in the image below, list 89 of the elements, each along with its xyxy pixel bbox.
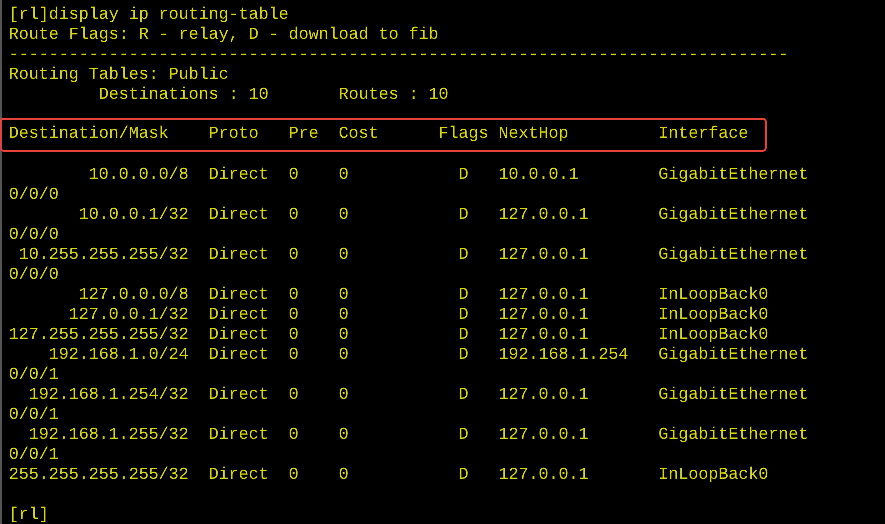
- table-cell-text: 10.0.0.1: [498, 166, 580, 186]
- table-cell: 0/0/0: [9, 186, 59, 205]
- table-cell-text: InLoopBack0: [658, 286, 770, 306]
- table-cell-text: Direct: [208, 326, 270, 346]
- table-cell-text: D: [458, 286, 469, 306]
- table-cell-text: GigabitEthernet: [658, 166, 810, 186]
- table-cell-text: 0: [288, 426, 300, 446]
- table-cell-text: 127.0.0.1: [498, 306, 590, 326]
- table-cell-text: GigabitEthernet: [658, 426, 810, 446]
- table-cell: 127.255.255.255/32: [9, 326, 189, 346]
- column-header: Pre: [288, 125, 320, 145]
- table-cell-text: GigabitEthernet: [658, 246, 810, 266]
- table-cell-text: Direct: [208, 246, 270, 266]
- table-cell-text: Direct: [208, 206, 270, 226]
- table-cell-text: 127.0.0.1: [498, 426, 590, 446]
- table-cell-text: 0: [338, 306, 350, 326]
- table-cell-text: InLoopBack0: [658, 466, 770, 486]
- table-cell-text: 0: [338, 246, 350, 266]
- table-cell-text: Direct: [208, 346, 270, 366]
- terminal-line: ------------------------------------------------------------------------------: [9, 46, 789, 65]
- table-cell-text: 0: [338, 166, 350, 186]
- table-cell-text: 0: [288, 206, 300, 226]
- table-cell-text: GigabitEthernet: [658, 386, 810, 406]
- table-cell-text: InLoopBack0: [658, 326, 770, 346]
- table-cell-text: 0: [338, 286, 350, 306]
- table-cell: 0/0/1: [9, 366, 59, 385]
- table-cell-text: Direct: [208, 386, 270, 406]
- table-cell-text: Direct: [208, 286, 270, 306]
- table-cell-text: D: [458, 206, 469, 226]
- terminal-line: Routing Tables: Public: [9, 66, 229, 85]
- table-cell-text: 0: [338, 386, 350, 406]
- table-cell-text: GigabitEthernet: [658, 206, 810, 226]
- table-cell-text: GigabitEthernet: [658, 346, 810, 366]
- table-cell: 0/0/0: [9, 266, 59, 285]
- table-cell: 255.255.255.255/32: [9, 466, 189, 486]
- table-cell-text: 127.0.0.1: [498, 326, 590, 346]
- table-cell-text: D: [458, 386, 469, 406]
- column-header: NextHop: [498, 125, 570, 145]
- column-header: Cost: [338, 125, 380, 145]
- table-cell-text: 0: [288, 286, 300, 306]
- table-cell-text: D: [458, 246, 469, 266]
- table-cell-text: 0: [288, 346, 300, 366]
- table-cell-text: D: [458, 466, 469, 486]
- table-cell-text: D: [458, 426, 469, 446]
- table-cell-text: Direct: [208, 426, 270, 446]
- terminal-line: Route Flags: R - relay, D - download to fib: [9, 26, 439, 45]
- table-cell-text: D: [458, 166, 469, 186]
- terminal-line: Destinations : 10 Routes : 10: [98, 86, 449, 105]
- table-cell-text: 192.168.1.254: [498, 346, 630, 366]
- table-cell-text: 0: [288, 386, 300, 406]
- terminal-line: [rl]display ip routing-table: [9, 6, 289, 25]
- table-cell-text: 0: [338, 466, 350, 486]
- table-cell-text: 0: [338, 346, 350, 366]
- table-cell-text: 0: [288, 246, 300, 266]
- table-cell-text: 192.168.1.254/32: [28, 386, 189, 406]
- table-cell-text: 127.0.0.1: [498, 206, 590, 226]
- table-cell-text: 192.168.1.255/32: [28, 426, 189, 446]
- table-cell-text: Direct: [208, 306, 270, 326]
- table-cell-text: D: [458, 326, 469, 346]
- table-cell-text: Direct: [208, 466, 270, 486]
- table-cell-text: 0: [288, 306, 300, 326]
- table-cell-text: 127.0.0.1: [498, 246, 590, 266]
- column-header: Destination/Mask: [9, 125, 170, 145]
- table-cell-text: 10.255.255.255/32: [18, 246, 189, 266]
- table-cell-text: 127.0.0.1/32: [68, 306, 189, 326]
- table-cell: 0/0/1: [9, 406, 59, 425]
- table-cell: 0/0/1: [9, 446, 59, 465]
- column-header: Flags: [438, 125, 490, 145]
- table-cell-text: 127.0.0.1: [498, 386, 590, 406]
- table-cell-text: 0: [338, 326, 350, 346]
- command-prompt: [rl]: [9, 506, 49, 524]
- table-cell-text: 127.0.0.1: [498, 286, 590, 306]
- table-cell-text: 127.0.0.1: [498, 466, 590, 486]
- table-cell-text: 10.0.0.1/32: [78, 206, 189, 226]
- table-cell-text: 0: [288, 326, 300, 346]
- table-cell-text: D: [458, 306, 469, 326]
- table-cell-text: 127.0.0.0/8: [78, 286, 189, 306]
- table-cell-text: 0: [338, 426, 350, 446]
- table-cell-text: 0: [338, 206, 350, 226]
- table-cell-text: 0: [288, 466, 300, 486]
- table-cell-text: D: [458, 346, 469, 366]
- table-cell-text: InLoopBack0: [658, 306, 770, 326]
- column-header: Proto: [208, 125, 260, 145]
- table-cell-text: 192.168.1.0/24: [48, 346, 189, 366]
- table-cell-text: 10.0.0.0/8: [88, 166, 189, 186]
- table-cell-text: Direct: [208, 166, 270, 186]
- column-header: Interface: [658, 125, 750, 145]
- table-cell: 0/0/0: [9, 226, 59, 245]
- table-cell-text: 0: [288, 166, 300, 186]
